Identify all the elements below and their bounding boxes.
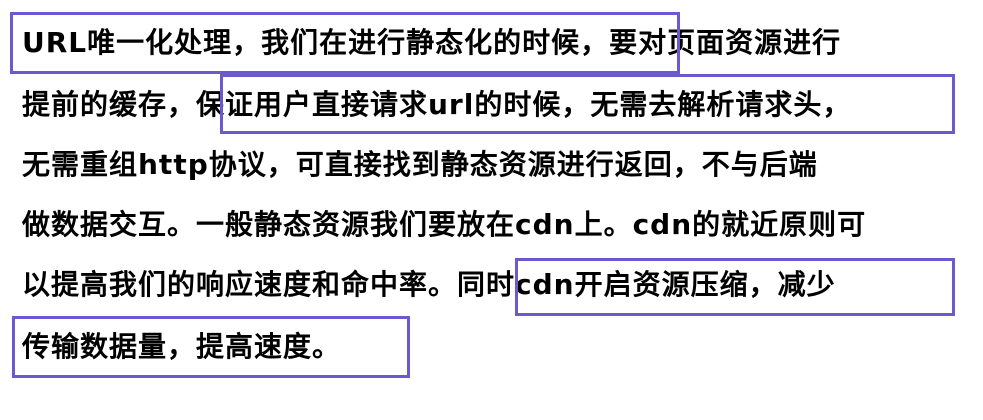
text-line-4: 做数据交互。一般静态资源我们要放在cdn上。cdn的就近原则可 [22,208,867,241]
highlight-box-url-normalization [10,12,680,74]
highlight-box-reduce-data [12,316,410,378]
highlight-box-cdn-compression [515,258,955,316]
text-line-3: 无需重组http协议，可直接找到静态资源进行返回，不与后端 [22,148,818,181]
highlight-box-direct-request [220,74,955,134]
document-page: URL唯一化处理，我们在进行静态化的时候，要对页面资源进行 提前的缓存，保证用户… [0,0,983,420]
